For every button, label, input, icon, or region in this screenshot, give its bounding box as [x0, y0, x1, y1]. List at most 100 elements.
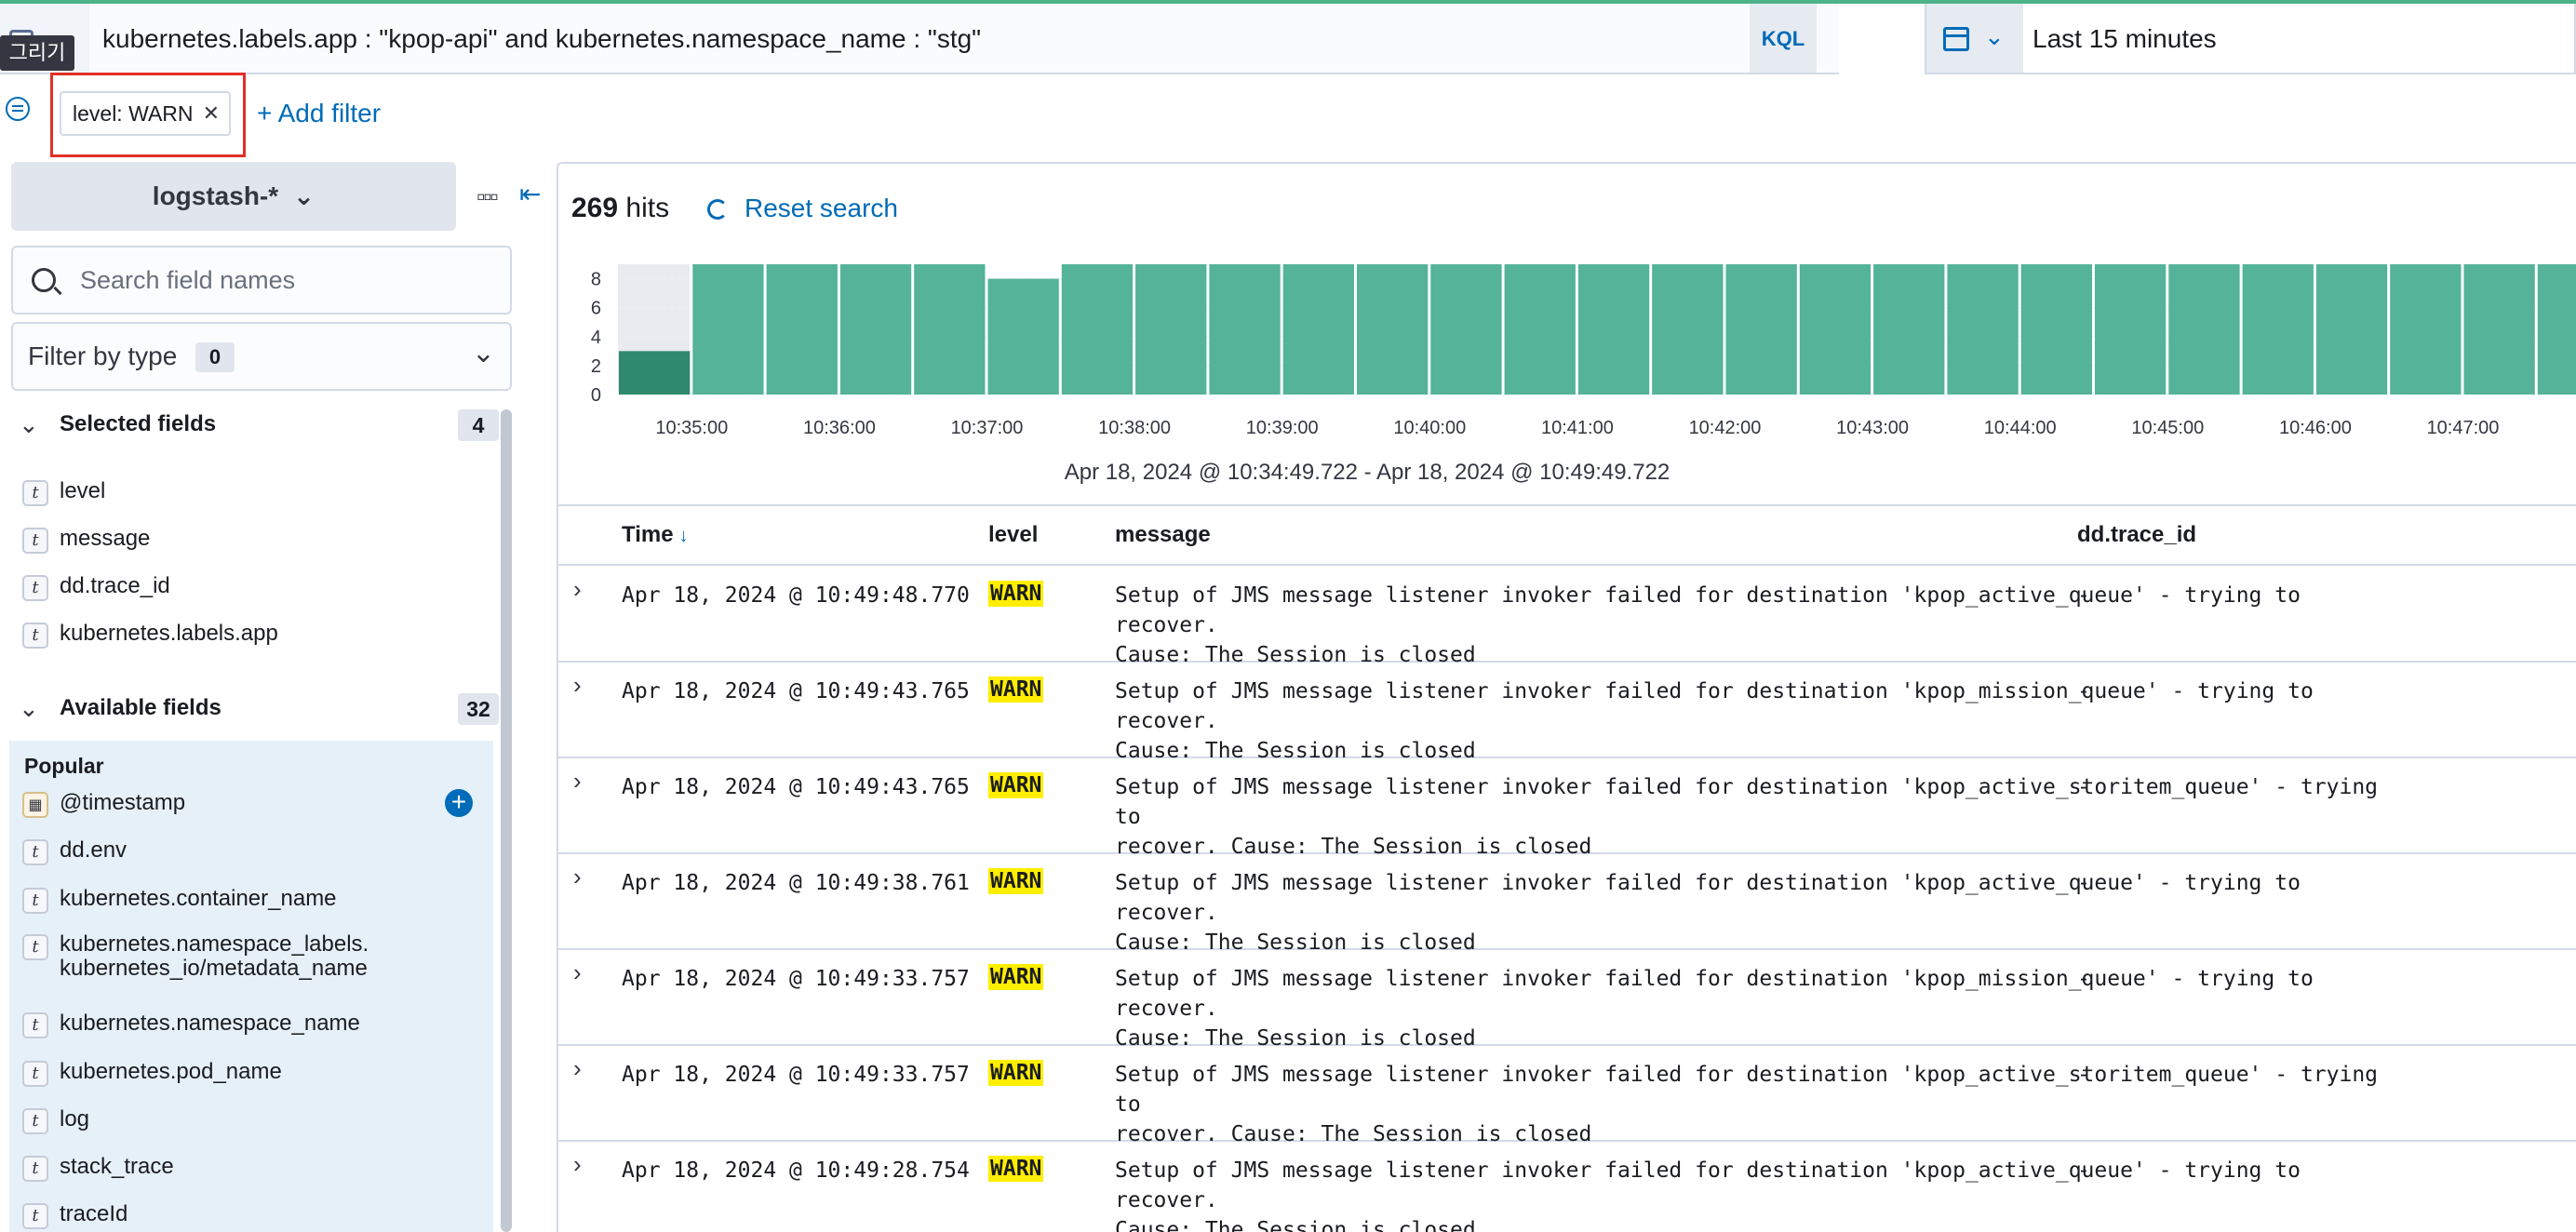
histogram-bar	[2390, 264, 2462, 395]
collapse-sidebar-icon[interactable]: ⇤	[519, 179, 541, 209]
column-header-trace-id[interactable]: dd.trace_id	[2077, 506, 2196, 564]
field-item[interactable]: t kubernetes.namespace_labels. kubernetes…	[22, 927, 497, 981]
popular-label: Popular	[24, 754, 104, 778]
field-item[interactable]: t kubernetes.container_name	[22, 880, 497, 917]
quick-select-button[interactable]: ⌄	[1926, 4, 2023, 73]
sidebar-scrollbar[interactable]	[501, 409, 512, 1232]
histogram-bar	[2020, 264, 2092, 395]
field-item[interactable]: t stack_trace	[22, 1148, 497, 1185]
table-row[interactable]: › Apr 18, 2024 @ 10:49:43.765 WARN Setup of…	[558, 757, 2576, 859]
cell-message: Setup of JMS message listener invoker fa…	[1115, 967, 2314, 1051]
y-tick-label: 0	[591, 385, 601, 406]
selected-fields-title: Selected fields	[60, 411, 217, 436]
search-field-names-input[interactable]: Search field names	[11, 246, 512, 315]
filter-pill-label[interactable]: level: WARN	[73, 93, 194, 134]
histogram-bar	[2168, 264, 2240, 395]
field-item[interactable]: t level	[22, 473, 497, 510]
field-name: kubernetes.container_name	[60, 886, 337, 911]
search-icon	[32, 268, 56, 292]
y-tick-label: 4	[591, 328, 601, 348]
field-item[interactable]: t kubernetes.labels.app	[22, 615, 497, 652]
more-options-icon[interactable]: ▫▫▫	[476, 182, 499, 211]
add-filter-button[interactable]: + Add filter	[257, 93, 381, 134]
field-item[interactable]: t dd.trace_id	[22, 568, 497, 605]
field-name: message	[60, 526, 151, 551]
query-input[interactable]: kubernetes.labels.app : "kpop-api" and k…	[89, 4, 1839, 74]
expand-row-icon[interactable]: ›	[573, 1054, 582, 1083]
index-pattern-selector[interactable]: logstash-* ⌄	[11, 162, 456, 231]
table-row[interactable]: › Apr 18, 2024 @ 10:49:33.757 WARN Setup of…	[558, 1045, 2576, 1146]
expand-row-icon[interactable]: ›	[573, 863, 582, 891]
table-row[interactable]: › Apr 18, 2024 @ 10:49:48.770 WARN Setup of…	[558, 566, 2576, 667]
filter-pill[interactable]: level: WARN ✕	[60, 91, 231, 136]
calendar-icon	[1943, 27, 1969, 51]
y-tick-label: 6	[591, 299, 601, 319]
cell-time: Apr 18, 2024 @ 10:49:43.765	[622, 679, 970, 703]
histogram-bar	[766, 264, 838, 395]
x-tick-label: 10:46:00	[2279, 418, 2352, 438]
field-item[interactable]: t message	[22, 520, 497, 557]
date-range-label[interactable]: Last 15 minutes	[2033, 4, 2217, 74]
expand-row-icon[interactable]: ›	[573, 958, 582, 987]
expand-row-icon[interactable]: ›	[573, 1150, 582, 1179]
field-name: dd.trace_id	[60, 573, 170, 598]
date-picker[interactable]: ⌄ Last 15 minutes	[1925, 4, 2576, 74]
column-header-time[interactable]: Time ↓	[622, 506, 689, 565]
cell-level: WARN	[988, 964, 1044, 990]
table-row[interactable]: › Apr 18, 2024 @ 10:49:38.761 WARN Setup of…	[558, 853, 2576, 955]
cell-time: Apr 18, 2024 @ 10:49:33.757	[622, 1063, 970, 1087]
histogram-bar	[1799, 264, 1872, 395]
field-item[interactable]: t traceId	[22, 1196, 497, 1232]
field-item[interactable]: t kubernetes.namespace_name	[22, 1005, 497, 1042]
histogram-bar	[1061, 264, 1134, 395]
x-tick-label: 10:42:00	[1689, 418, 1762, 438]
field-name: kubernetes.namespace_name	[60, 1011, 360, 1036]
cell-time: Apr 18, 2024 @ 10:49:38.761	[622, 871, 970, 895]
x-tick-label: 10:43:00	[1836, 418, 1909, 438]
cell-trace-id: -	[2077, 871, 2090, 895]
cell-time: Apr 18, 2024 @ 10:49:43.765	[622, 775, 970, 799]
cell-time: Apr 18, 2024 @ 10:49:28.754	[622, 1158, 970, 1183]
cell-level: WARN	[988, 581, 1044, 607]
filter-menu-icon[interactable]	[6, 97, 30, 121]
available-fields-header[interactable]: ⌄ Available fields 32	[15, 690, 499, 727]
available-fields-count: 32	[458, 693, 499, 725]
cell-time: Apr 18, 2024 @ 10:49:33.757	[622, 967, 970, 991]
selected-fields-header[interactable]: ⌄ Selected fields 4	[15, 406, 499, 443]
string-field-icon: t	[22, 1108, 48, 1134]
cell-trace-id: -	[2077, 583, 2090, 608]
field-item[interactable]: t dd.env	[22, 832, 497, 869]
table-row[interactable]: › Apr 18, 2024 @ 10:49:43.765 WARN Setup of…	[558, 662, 2576, 763]
selected-fields-count: 4	[458, 409, 499, 441]
column-header-message[interactable]: message	[1115, 506, 1211, 564]
table-row[interactable]: › Apr 18, 2024 @ 10:49:28.754 WARN Setup of…	[558, 1141, 2576, 1232]
reset-search-button[interactable]: Reset search	[707, 188, 898, 229]
field-item[interactable]: ▦ @timestamp	[22, 784, 497, 822]
x-tick-label: 10:45:00	[2131, 418, 2204, 438]
field-item[interactable]: t log	[22, 1101, 497, 1138]
histogram-bar	[1947, 264, 2019, 395]
kql-language-button[interactable]: KQL	[1750, 4, 1817, 74]
histogram-bar	[2537, 264, 2576, 395]
close-icon[interactable]: ✕	[203, 93, 220, 134]
string-field-icon: t	[22, 1061, 48, 1087]
table-row[interactable]: › Apr 18, 2024 @ 10:49:33.757 WARN Setup of…	[558, 949, 2576, 1051]
expand-row-icon[interactable]: ›	[573, 671, 582, 700]
cell-message: Setup of JMS message listener invoker fa…	[1115, 1063, 2379, 1146]
column-header-level[interactable]: level	[988, 506, 1038, 564]
histogram-bar	[1577, 264, 1650, 395]
string-field-icon: t	[22, 1156, 48, 1182]
expand-row-icon[interactable]: ›	[573, 575, 582, 604]
cell-message: Setup of JMS message listener invoker fa…	[1115, 1158, 2301, 1232]
query-text[interactable]: kubernetes.labels.app : "kpop-api" and k…	[102, 4, 981, 74]
expand-row-icon[interactable]: ›	[573, 767, 582, 796]
histogram-chart[interactable]: 0 2 4 6 8 10:35:00 10:36:00 10:37:00 10:38:00 10:…	[558, 257, 2576, 439]
histogram-bar	[619, 351, 691, 395]
x-tick-label: 10:40:00	[1393, 418, 1466, 438]
x-tick-label: 10:37:00	[951, 418, 1024, 438]
histogram-bar	[692, 264, 764, 395]
add-field-button[interactable]: +	[445, 789, 473, 817]
sort-down-icon[interactable]: ↓	[679, 526, 689, 546]
field-item[interactable]: t kubernetes.pod_name	[22, 1053, 497, 1091]
filter-by-type-button[interactable]: Filter by type 0 ⌄	[11, 322, 512, 391]
